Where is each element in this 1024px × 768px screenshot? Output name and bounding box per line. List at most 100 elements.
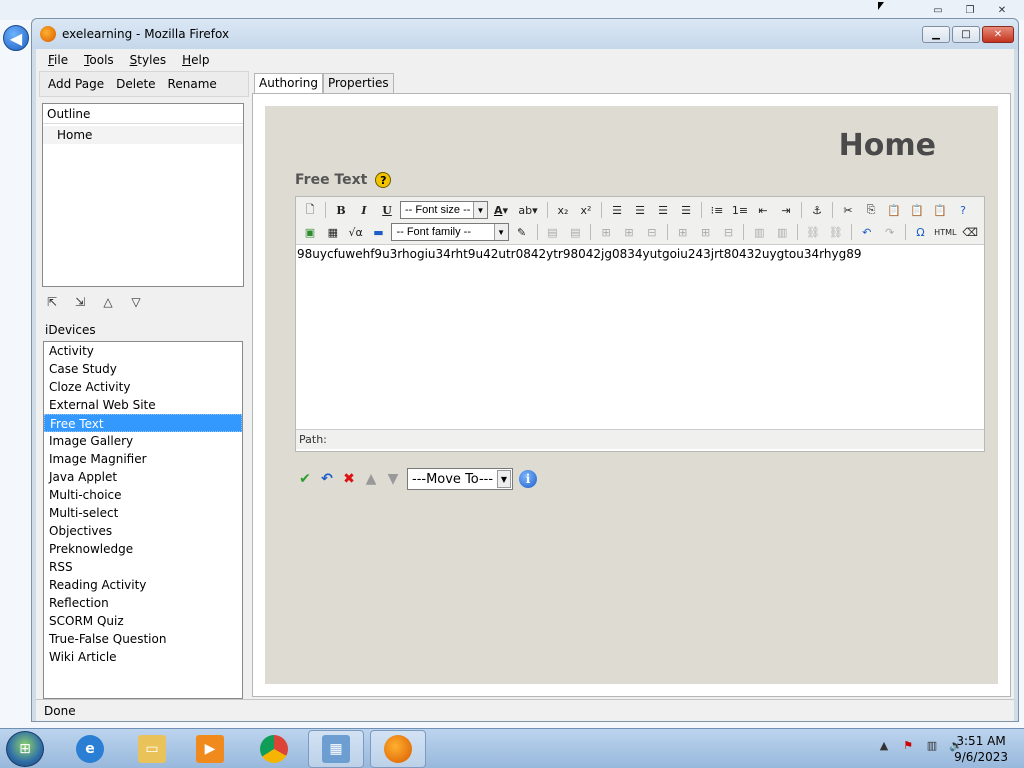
menu-help[interactable]: Help: [174, 53, 217, 67]
idevice-item-multi-select[interactable]: Multi-select: [44, 504, 242, 522]
cut-icon[interactable]: ✂: [838, 200, 858, 220]
chevron-down-icon: ▼: [493, 224, 508, 240]
idevice-item-objectives[interactable]: Objectives: [44, 522, 242, 540]
promote-icon[interactable]: ⇱: [45, 295, 59, 309]
italic-icon[interactable]: I: [354, 200, 374, 220]
menu-styles[interactable]: Styles: [122, 53, 174, 67]
highlight-color-icon[interactable]: ab▾: [514, 200, 542, 220]
taskbar-ie-icon[interactable]: e: [62, 730, 118, 768]
show-hidden-icons-icon[interactable]: ▲: [876, 737, 892, 753]
left-panel: Add Page Delete Rename Outline Home ⇱ ⇲ …: [39, 71, 249, 699]
superscript-icon[interactable]: x²: [576, 200, 596, 220]
align-center-icon[interactable]: ☰: [630, 200, 650, 220]
idevice-item-image-magnifier[interactable]: Image Magnifier: [44, 450, 242, 468]
paste-icon[interactable]: 📋: [884, 200, 904, 220]
idevice-item-rss[interactable]: RSS: [44, 558, 242, 576]
align-justify-icon[interactable]: ☰: [676, 200, 696, 220]
idevice-item-image-gallery[interactable]: Image Gallery: [44, 432, 242, 450]
insert-math-icon[interactable]: √α: [346, 222, 366, 242]
taskbar-clock[interactable]: 3:51 AM 9/6/2023: [954, 733, 1008, 765]
delete-idevice-icon[interactable]: ✖: [341, 471, 357, 487]
align-right-icon[interactable]: ☰: [653, 200, 673, 220]
network-icon[interactable]: ▥: [924, 737, 940, 753]
add-page-button[interactable]: Add Page: [48, 77, 104, 91]
move-down-icon[interactable]: ▼: [385, 471, 401, 487]
copy-icon[interactable]: ⎘: [861, 200, 881, 220]
rename-button[interactable]: Rename: [168, 77, 217, 91]
idevice-item-true-false-question[interactable]: True-False Question: [44, 630, 242, 648]
move-down-icon[interactable]: ▽: [129, 295, 143, 309]
minimize-icon[interactable]: ▁: [922, 26, 950, 43]
start-button-icon[interactable]: ⊞: [6, 731, 44, 767]
idevice-item-cloze-activity[interactable]: Cloze Activity: [44, 378, 242, 396]
idevice-item-reading-activity[interactable]: Reading Activity: [44, 576, 242, 594]
font-size-select[interactable]: -- Font size -- ▼: [400, 201, 488, 219]
paste-word-icon[interactable]: 📋: [930, 200, 950, 220]
anchor-icon[interactable]: ⚓: [807, 200, 827, 220]
back-arrow-icon[interactable]: ◀: [3, 25, 29, 51]
outline-header: Outline: [43, 104, 243, 124]
special-char-icon[interactable]: Ω: [911, 222, 931, 242]
paste-text-icon[interactable]: 📋: [907, 200, 927, 220]
bold-icon[interactable]: B: [331, 200, 351, 220]
taskbar-control-panel-icon[interactable]: ▦: [308, 730, 364, 768]
idevice-item-java-applet[interactable]: Java Applet: [44, 468, 242, 486]
tab-authoring[interactable]: Authoring: [254, 73, 323, 93]
editor-body[interactable]: 98uycfuwehf9u3rhogiu34rht9u42utr0842ytr9…: [296, 245, 984, 429]
outer-close-icon[interactable]: ✕: [988, 2, 1016, 18]
idevice-item-preknowledge[interactable]: Preknowledge: [44, 540, 242, 558]
undo-changes-icon[interactable]: ↶: [319, 471, 335, 487]
menu-file[interactable]: File: [40, 53, 76, 67]
outline-item-home[interactable]: Home: [43, 126, 243, 144]
move-up-icon[interactable]: ▲: [363, 471, 379, 487]
edit-css-icon[interactable]: ✎: [512, 222, 532, 242]
demote-icon[interactable]: ⇲: [73, 295, 87, 309]
info-icon[interactable]: i: [519, 470, 537, 488]
insert-media-icon[interactable]: ▦: [323, 222, 343, 242]
font-family-select[interactable]: -- Font family -- ▼: [391, 223, 509, 241]
text-color-icon[interactable]: A ▾: [491, 200, 511, 220]
idevice-item-case-study[interactable]: Case Study: [44, 360, 242, 378]
horizontal-rule-icon[interactable]: ▬: [369, 222, 389, 242]
tab-properties[interactable]: Properties: [322, 73, 394, 93]
eraser-icon[interactable]: ⌫: [960, 222, 980, 242]
idevice-item-free-text[interactable]: Free Text: [44, 414, 242, 432]
outer-restore-icon[interactable]: ❐: [956, 2, 984, 18]
new-document-icon[interactable]: 🗋: [300, 200, 320, 220]
done-check-icon[interactable]: ✔: [297, 471, 313, 487]
html-source-icon[interactable]: HTML: [933, 222, 957, 242]
subscript-icon[interactable]: x₂: [553, 200, 573, 220]
indent-icon[interactable]: ⇥: [776, 200, 796, 220]
move-up-icon[interactable]: △: [101, 295, 115, 309]
underline-icon[interactable]: U: [377, 200, 397, 220]
align-left-icon[interactable]: ☰: [607, 200, 627, 220]
taskbar-explorer-icon[interactable]: ▭: [124, 730, 180, 768]
idevice-item-scorm-quiz[interactable]: SCORM Quiz: [44, 612, 242, 630]
idevice-item-activity[interactable]: Activity: [44, 342, 242, 360]
idevice-item-multi-choice[interactable]: Multi-choice: [44, 486, 242, 504]
outer-minimize-icon[interactable]: ▭: [924, 2, 952, 18]
chevron-down-icon: ▼: [473, 202, 487, 218]
close-icon[interactable]: ✕: [982, 26, 1014, 43]
taskbar: ⊞ e ▭ ▶ ▦ ▲ ⚑ ▥ 🔈 3:51 AM 9/6/2023: [0, 728, 1024, 768]
menu-tools[interactable]: Tools: [76, 53, 122, 67]
taskbar-firefox-icon[interactable]: [370, 730, 426, 768]
bullet-list-icon[interactable]: ⁝≡: [707, 200, 727, 220]
move-to-select[interactable]: ---Move To--- ▼: [407, 468, 513, 490]
editor-help-icon[interactable]: ?: [953, 200, 973, 220]
help-icon[interactable]: ?: [375, 172, 392, 188]
undo-icon[interactable]: ↶: [857, 222, 877, 242]
numbered-list-icon[interactable]: 1≡: [730, 200, 750, 220]
maximize-icon[interactable]: □: [952, 26, 980, 43]
delete-button[interactable]: Delete: [116, 77, 155, 91]
taskbar-chrome-icon[interactable]: [246, 730, 302, 768]
idevice-item-external-web-site[interactable]: External Web Site: [44, 396, 242, 414]
action-center-icon[interactable]: ⚑: [900, 737, 916, 753]
toolbar-separator: [590, 224, 592, 240]
insert-image-icon[interactable]: ▣: [300, 222, 320, 242]
taskbar-media-icon[interactable]: ▶: [182, 730, 238, 768]
idevice-item-wiki-article[interactable]: Wiki Article: [44, 648, 242, 666]
idevice-item-reflection[interactable]: Reflection: [44, 594, 242, 612]
outdent-icon[interactable]: ⇤: [753, 200, 773, 220]
outline-toolbar: Add Page Delete Rename: [39, 71, 249, 97]
